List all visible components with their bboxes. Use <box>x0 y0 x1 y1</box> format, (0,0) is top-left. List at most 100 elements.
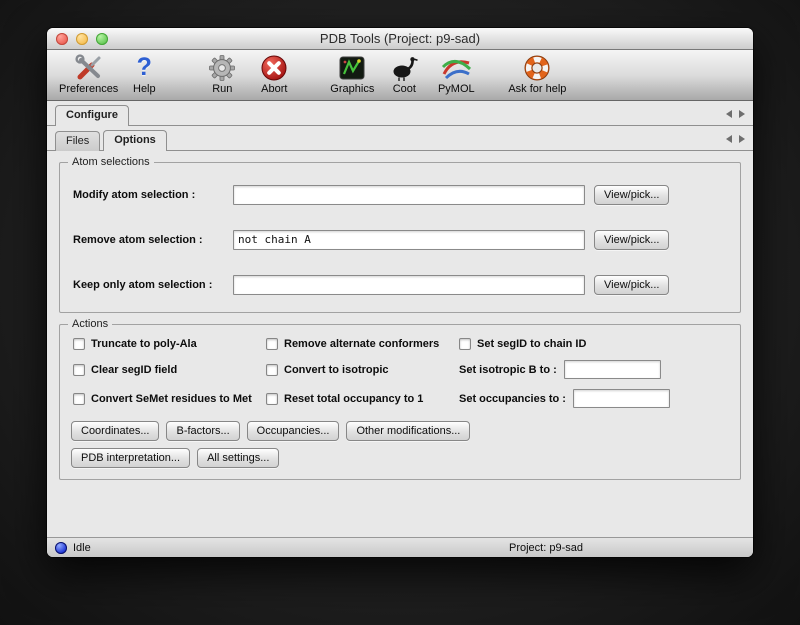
tab-options[interactable]: Options <box>103 130 167 151</box>
window-title: PDB Tools (Project: p9-sad) <box>320 31 480 46</box>
remove-atom-selection-row: Remove atom selection : View/pick... <box>66 217 734 262</box>
checkbox-reset-total-occupancy-to-1[interactable]: Reset total occupancy to 1 <box>266 389 459 408</box>
view-pick-button[interactable]: View/pick... <box>594 185 669 205</box>
close-window-button[interactable] <box>56 33 68 45</box>
checkbox-label: Convert SeMet residues to Met <box>91 393 252 405</box>
toolbar-label: Help <box>133 83 156 95</box>
all-settings-button[interactable]: All settings... <box>197 448 279 468</box>
keep-only-atom-selection-label: Keep only atom selection : <box>73 279 233 291</box>
checkbox-convert-to-isotropic[interactable]: Convert to isotropic <box>266 360 459 379</box>
occupancies-button[interactable]: Occupancies... <box>247 421 340 441</box>
toolbar: Preferences ? Help <box>47 50 753 101</box>
checkbox-icon[interactable] <box>459 338 471 350</box>
toolbar-label: Run <box>212 83 232 95</box>
actions-button-row-1: Coordinates... B-factors... Occupancies.… <box>60 410 740 441</box>
atom-selections-group: Atom selections Modify atom selection : … <box>59 162 741 313</box>
tab-configure[interactable]: Configure <box>55 105 129 126</box>
other-modifications-button[interactable]: Other modifications... <box>346 421 470 441</box>
checkbox-icon[interactable] <box>73 338 85 350</box>
view-pick-button[interactable]: View/pick... <box>594 230 669 250</box>
abort-cross-icon <box>259 52 289 83</box>
coot-bird-icon <box>389 52 419 83</box>
checkbox-icon[interactable] <box>266 364 278 376</box>
toolbar-label: Graphics <box>330 83 374 95</box>
toolbar-label: PyMOL <box>438 83 475 95</box>
modify-atom-selection-row: Modify atom selection : View/pick... <box>66 172 734 217</box>
actions-group: Actions Truncate to poly-Ala Remove alte… <box>59 324 741 480</box>
status-bar: Idle Project: p9-sad <box>47 537 753 557</box>
app-window: PDB Tools (Project: p9-sad) Preferences … <box>47 28 753 557</box>
toolbar-label: Coot <box>393 83 416 95</box>
toolbar-button-graphics[interactable]: Graphics <box>326 52 378 95</box>
checkbox-icon[interactable] <box>73 364 85 376</box>
modify-atom-selection-label: Modify atom selection : <box>73 189 233 201</box>
desktop-background: { "window": { "title": "PDB Tools (Proje… <box>0 0 800 625</box>
gear-icon <box>207 52 237 83</box>
toolbar-button-run[interactable]: Run <box>196 52 248 95</box>
main-tab-bar: Configure <box>47 101 753 126</box>
remove-atom-selection-label: Remove atom selection : <box>73 234 233 246</box>
toolbar-button-pymol[interactable]: PyMOL <box>430 52 482 95</box>
group-title: Atom selections <box>68 156 154 168</box>
checkbox-label: Truncate to poly-Ala <box>91 338 197 350</box>
minimize-window-button[interactable] <box>76 33 88 45</box>
graphics-icon <box>337 52 367 83</box>
tab-scroll-left-icon[interactable] <box>726 135 732 143</box>
checkbox-label: Remove alternate conformers <box>284 338 439 350</box>
keep-only-atom-selection-row: Keep only atom selection : View/pick... <box>66 262 734 307</box>
checkbox-truncate-to-poly-ala[interactable]: Truncate to poly-Ala <box>73 338 266 350</box>
pymol-icon <box>440 52 472 83</box>
view-pick-button[interactable]: View/pick... <box>594 275 669 295</box>
keep-only-atom-selection-input[interactable] <box>233 275 585 295</box>
window-controls <box>56 33 108 45</box>
toolbar-button-abort[interactable]: Abort <box>248 52 300 95</box>
remove-atom-selection-input[interactable] <box>233 230 585 250</box>
status-text: Idle <box>73 542 91 554</box>
actions-checkbox-grid: Truncate to poly-Ala Remove alternate co… <box>60 325 740 410</box>
toolbar-button-help[interactable]: ? Help <box>118 52 170 95</box>
toolbar-button-preferences[interactable]: Preferences <box>59 52 118 95</box>
group-title: Actions <box>68 318 112 330</box>
checkbox-set-segid-to-chain-id[interactable]: Set segID to chain ID <box>459 338 732 350</box>
set-occupancies-field: Set occupancies to : <box>459 389 732 408</box>
checkbox-label: Clear segID field <box>91 364 177 376</box>
set-occupancies-input[interactable] <box>573 389 670 408</box>
checkbox-label: Convert to isotropic <box>284 364 389 376</box>
modify-atom-selection-input[interactable] <box>233 185 585 205</box>
b-factors-button[interactable]: B-factors... <box>166 421 239 441</box>
sub-tab-bar: Files Options <box>47 126 753 151</box>
project-label: Project: p9-sad <box>509 542 583 554</box>
toolbar-button-coot[interactable]: Coot <box>378 52 430 95</box>
toolbar-label: Ask for help <box>508 83 566 95</box>
tools-icon <box>74 52 104 83</box>
checkbox-clear-segid-field[interactable]: Clear segID field <box>73 360 266 379</box>
checkbox-label: Set segID to chain ID <box>477 338 586 350</box>
set-isotropic-b-label: Set isotropic B to : <box>459 364 557 376</box>
toolbar-label: Preferences <box>59 83 118 95</box>
set-isotropic-b-input[interactable] <box>564 360 661 379</box>
set-isotropic-b-field: Set isotropic B to : <box>459 360 732 379</box>
pdb-interpretation-button[interactable]: PDB interpretation... <box>71 448 190 468</box>
tab-scroll-right-icon[interactable] <box>739 135 745 143</box>
checkbox-remove-alternate-conformers[interactable]: Remove alternate conformers <box>266 338 459 350</box>
checkbox-label: Reset total occupancy to 1 <box>284 393 423 405</box>
checkbox-icon[interactable] <box>266 338 278 350</box>
titlebar: PDB Tools (Project: p9-sad) <box>47 28 753 50</box>
coordinates-button[interactable]: Coordinates... <box>71 421 159 441</box>
tab-scroll-arrows <box>726 135 745 150</box>
toolbar-button-ask-for-help[interactable]: Ask for help <box>508 52 566 95</box>
atom-selection-rows: Modify atom selection : View/pick... Rem… <box>60 163 740 312</box>
tab-files[interactable]: Files <box>55 131 100 151</box>
question-mark-icon: ? <box>137 52 152 83</box>
tab-scroll-arrows <box>726 110 745 125</box>
actions-button-row-2: PDB interpretation... All settings... <box>60 441 740 479</box>
zoom-window-button[interactable] <box>96 33 108 45</box>
tab-scroll-left-icon[interactable] <box>726 110 732 118</box>
status-indicator-icon <box>55 542 67 554</box>
tab-scroll-right-icon[interactable] <box>739 110 745 118</box>
lifebuoy-icon <box>522 52 552 83</box>
checkbox-icon[interactable] <box>73 393 85 405</box>
checkbox-convert-semet-residues-to-met[interactable]: Convert SeMet residues to Met <box>73 389 266 408</box>
checkbox-icon[interactable] <box>266 393 278 405</box>
toolbar-label: Abort <box>261 83 287 95</box>
